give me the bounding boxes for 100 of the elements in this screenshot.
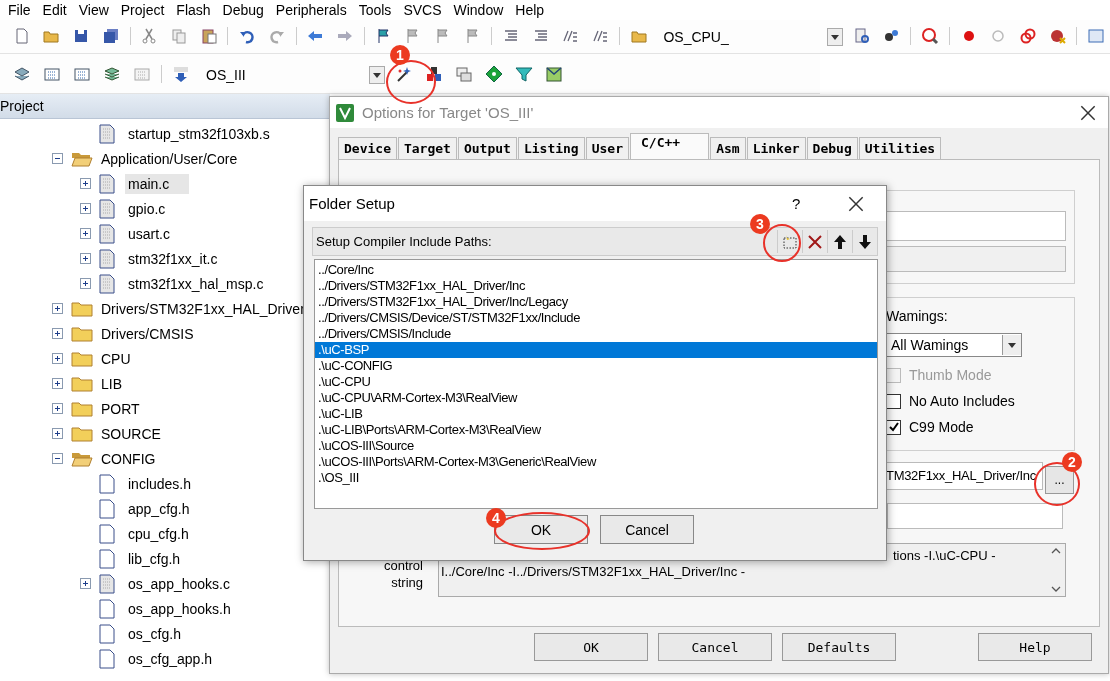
menu-item[interactable]: SVCS [397, 2, 448, 18]
tree-item[interactable]: Drivers/CMSIS [98, 323, 197, 344]
collapse-icon[interactable] [52, 453, 63, 464]
list-item[interactable]: .\uC-CPU [315, 374, 877, 390]
dropdown-icon[interactable] [372, 71, 382, 79]
tree-item[interactable]: app_cfg.h [125, 498, 193, 519]
tab[interactable]: Listing [517, 137, 585, 159]
warnings-select[interactable]: All Wamings [886, 333, 1022, 357]
menu-item[interactable]: Peripherals [269, 2, 353, 18]
menu-item[interactable]: Edit [36, 2, 73, 18]
tree-item[interactable]: SOURCE [98, 423, 164, 444]
tab[interactable]: User [585, 137, 629, 159]
menu-item[interactable]: Tools [352, 2, 398, 18]
find-combo[interactable]: OS_CPU_ [657, 27, 843, 47]
menu-item[interactable]: Project [114, 2, 171, 18]
tree-item[interactable]: LIB [98, 373, 125, 394]
tree-item[interactable]: main.c [125, 173, 190, 194]
dialog-button[interactable]: Cancel [658, 633, 772, 661]
tab[interactable]: C/C++ [630, 133, 710, 159]
list-item[interactable]: .\uCOS-III\Source [315, 438, 877, 454]
menu-item[interactable]: File [2, 2, 37, 18]
window-title: Options for Target 'OS_III' [362, 104, 535, 121]
tab[interactable]: Device [338, 137, 397, 159]
delete-icon[interactable] [807, 233, 823, 250]
menu-item[interactable]: View [72, 2, 115, 18]
list-item[interactable]: .\uC-CONFIG [315, 358, 877, 374]
up-arrow-icon[interactable] [832, 233, 848, 250]
expand-icon[interactable] [80, 178, 91, 189]
app-logo-icon [336, 103, 354, 122]
list-item[interactable]: .\uC-LIB [315, 406, 877, 422]
tree-item[interactable]: os_app_hooks.h [125, 598, 234, 619]
browse-button[interactable]: ... [1045, 466, 1074, 494]
target-combo[interactable]: OS_III [200, 65, 385, 85]
text-field[interactable] [887, 503, 1063, 529]
list-item[interactable]: ../Drivers/STM32F1xx_HAL_Driver/Inc/Legacy [315, 294, 877, 310]
dialog-button[interactable]: Defaults [782, 633, 896, 661]
tab[interactable]: Asm [710, 137, 746, 159]
tree-item[interactable]: usart.c [125, 223, 173, 244]
tree-item[interactable]: os_cfg_app.h [125, 648, 216, 669]
tree-item[interactable]: CPU [98, 348, 134, 369]
tab[interactable]: Linker [746, 137, 806, 159]
menu-item[interactable]: Flash [170, 2, 217, 18]
expand-icon[interactable] [80, 203, 91, 214]
tab[interactable]: Output [457, 137, 517, 159]
tab[interactable]: Utilities [858, 137, 942, 159]
dialog-button[interactable]: Help [978, 633, 1092, 661]
checkbox-label: No Auto Includes [909, 393, 1015, 409]
list-item[interactable]: .\uCOS-III\Ports\ARM-Cortex-M3\Generic\RealView [315, 454, 877, 470]
tree-item[interactable]: CONFIG [98, 448, 159, 469]
close-button[interactable] [848, 195, 864, 212]
dropdown-icon[interactable] [830, 33, 840, 41]
checkbox-label: C99 Mode [909, 419, 974, 435]
dialog-button[interactable]: OK [534, 633, 648, 661]
expand-icon[interactable] [52, 378, 63, 389]
document-icon [99, 473, 115, 494]
list-item[interactable]: ../Drivers/CMSIS/Device/ST/STM32F1xx/Include [315, 310, 877, 326]
expand-icon[interactable] [80, 228, 91, 239]
expand-icon[interactable] [52, 353, 63, 364]
folder-icon [71, 299, 93, 318]
tree-item[interactable]: startup_stm32f103xb.s [125, 123, 273, 144]
scroll-down-icon[interactable] [1051, 586, 1061, 592]
expand-icon[interactable] [80, 578, 91, 589]
tree-item[interactable]: cpu_cfg.h [125, 523, 192, 544]
field-text: I../Core/Inc -I../Drivers/STM32F1xx_HAL_Driver/Inc - [441, 564, 747, 580]
dropdown-icon[interactable] [1007, 341, 1017, 349]
list-item[interactable]: .\OS_III [315, 470, 877, 486]
scroll-up-icon[interactable] [1051, 548, 1061, 554]
dialog-button[interactable]: Cancel [600, 515, 694, 544]
expand-icon[interactable] [80, 253, 91, 264]
tree-item[interactable]: lib_cfg.h [125, 548, 184, 569]
tree-item[interactable]: includes.h [125, 473, 195, 494]
list-item[interactable]: ../Core/Inc [315, 262, 877, 278]
tree-item[interactable]: gpio.c [125, 198, 169, 219]
list-item[interactable]: .\uC-LIB\Ports\ARM-Cortex-M3\RealView [315, 422, 877, 438]
expand-icon[interactable] [52, 328, 63, 339]
tab[interactable]: Debug [806, 137, 858, 159]
expand-icon[interactable] [52, 303, 63, 314]
down-arrow-icon[interactable] [857, 233, 873, 250]
help-button[interactable]: ? [792, 195, 848, 212]
expand-icon[interactable] [80, 278, 91, 289]
collapse-icon[interactable] [52, 153, 63, 164]
expand-icon[interactable] [52, 403, 63, 414]
list-item[interactable]: .\uC-BSP [315, 342, 877, 358]
tree-item[interactable]: Application/User/Core [98, 148, 241, 169]
tree-item[interactable]: os_app_hooks.c [125, 573, 233, 594]
menu-item[interactable]: Debug [216, 2, 270, 18]
tree-item[interactable]: PORT [98, 398, 143, 419]
code-file-icon [99, 223, 115, 244]
tree-item[interactable]: stm32f1xx_hal_msp.c [125, 273, 267, 294]
expand-icon[interactable] [52, 428, 63, 439]
tab[interactable]: Target [397, 137, 457, 159]
list-item[interactable]: ../Drivers/STM32F1xx_HAL_Driver/Inc [315, 278, 877, 294]
document-icon [99, 523, 115, 544]
menu-item[interactable]: Window [447, 2, 510, 18]
tree-item[interactable]: stm32f1xx_it.c [125, 248, 221, 269]
list-item[interactable]: .\uC-CPU\ARM-Cortex-M3\RealView [315, 390, 877, 406]
close-button[interactable] [1080, 104, 1096, 121]
tree-item[interactable]: os_cfg.h [125, 623, 184, 644]
list-item[interactable]: ../Drivers/CMSIS/Include [315, 326, 877, 342]
menu-item[interactable]: Help [509, 2, 551, 18]
